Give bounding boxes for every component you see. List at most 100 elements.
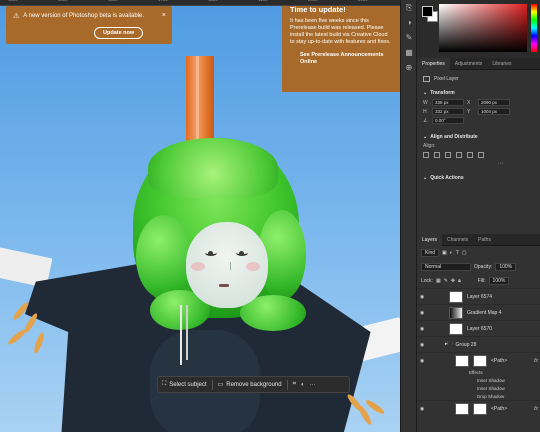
visibility-eye-icon[interactable]: ◉ xyxy=(417,358,427,364)
layer-row[interactable]: ◉ Layer 6574 xyxy=(417,288,540,304)
opacity-label: Opacity: xyxy=(474,264,493,270)
effect-inner-shadow[interactable]: Inner Shadow xyxy=(417,384,540,392)
horizontal-ruler: 1400 1500 1600 1700 1800 1900 2000 2100 xyxy=(0,0,400,6)
adjust-icon[interactable]: ◐ xyxy=(301,382,305,388)
eye xyxy=(236,250,248,256)
lock-icon[interactable]: 🔒︎ xyxy=(458,278,461,284)
layer-mask-thumbnail xyxy=(473,354,487,367)
transform-title: Transform xyxy=(430,90,455,96)
align-left-icon[interactable] xyxy=(423,152,429,158)
tab-adjustments[interactable]: Adjustments xyxy=(450,58,488,70)
filter-adjust-icon[interactable]: ◐ xyxy=(450,250,453,256)
hue-slider[interactable] xyxy=(531,4,537,52)
lock-move-icon[interactable]: ✥ xyxy=(451,278,455,284)
angle-field[interactable]: 0.00° xyxy=(432,117,464,124)
more-icon[interactable]: ··· xyxy=(423,160,504,167)
cabbage-top xyxy=(148,138,278,198)
swatches-icon[interactable]: ▦ xyxy=(401,45,417,60)
effects-label: Effects xyxy=(469,369,483,375)
wheat-stalk xyxy=(6,327,28,347)
align-label: Align: xyxy=(423,143,436,149)
layer-row[interactable]: ◉ Layer 6570 xyxy=(417,320,540,336)
chevron-down-icon[interactable]: ⌄ xyxy=(423,134,427,140)
align-center-icon[interactable] xyxy=(434,152,440,158)
layer-thumbnail xyxy=(449,306,463,319)
layer-row[interactable]: ◉ Gradient Map 4 xyxy=(417,304,540,320)
update-now-button[interactable]: Update now xyxy=(94,27,144,39)
layer-mask-thumbnail xyxy=(473,402,487,415)
tab-paths[interactable]: Paths xyxy=(473,234,496,246)
quick-actions-title: Quick Actions xyxy=(430,175,464,181)
popup-title: Time to update! xyxy=(290,5,346,14)
x-field[interactable]: 2090 px xyxy=(478,99,510,106)
align-buttons xyxy=(423,152,534,158)
ruler-tick: 1800 xyxy=(208,0,218,3)
layer-thumbnail xyxy=(455,354,469,367)
layer-name: Layer 6570 xyxy=(467,325,493,332)
tab-channels[interactable]: Channels xyxy=(442,234,473,246)
layer-name: Gradient Map 4 xyxy=(467,309,502,316)
layer-thumbnail xyxy=(455,402,469,415)
effect-drop-shadow[interactable]: Drop Shadow xyxy=(417,392,540,400)
select-subject-button[interactable]: ⛶ Select subject xyxy=(162,381,207,388)
tab-libraries[interactable]: Libraries xyxy=(487,58,516,70)
filter-image-icon[interactable]: ▣ xyxy=(442,250,447,256)
ruler-tick: 1400 xyxy=(8,0,18,3)
width-field[interactable]: 338 px xyxy=(432,99,464,106)
align-right-icon[interactable] xyxy=(445,152,451,158)
kind-filter-select[interactable]: Kind xyxy=(421,249,440,257)
divider xyxy=(211,379,213,390)
remove-background-button[interactable]: ▭ Remove background xyxy=(218,381,282,389)
more-icon[interactable]: ··· xyxy=(310,382,316,388)
select-subject-label: Select subject xyxy=(169,381,207,388)
chevron-down-icon[interactable]: ⌄ xyxy=(423,90,427,96)
opacity-field[interactable]: 100% xyxy=(495,263,517,271)
fx-icon[interactable]: fx xyxy=(534,358,538,364)
brush-icon[interactable]: ✎ xyxy=(401,30,417,45)
visibility-eye-icon[interactable]: ◉ xyxy=(417,326,427,332)
chevron-down-icon[interactable]: ⌄ xyxy=(423,175,427,181)
tab-properties[interactable]: Properties xyxy=(417,57,450,70)
eye xyxy=(205,250,217,256)
filter-shape-icon[interactable]: ▢ xyxy=(462,250,467,256)
x-label: X xyxy=(467,99,471,106)
color-icon[interactable]: ◑ xyxy=(401,15,417,30)
ruler-tick: 1500 xyxy=(58,0,68,3)
folder-icon: ▸🗀︎ xyxy=(445,340,453,347)
tab-layers[interactable]: Layers xyxy=(417,233,443,246)
layer-row[interactable]: ◉ <Path> fx xyxy=(417,400,540,416)
prerelease-link[interactable]: See Prerelease Announcements Online xyxy=(290,52,392,66)
effect-inner-shadow[interactable]: Inner Shadow xyxy=(417,376,540,384)
y-label: Y xyxy=(467,108,471,115)
cheek xyxy=(191,262,205,271)
align-top-icon[interactable] xyxy=(456,152,462,158)
visibility-eye-icon[interactable]: ◉ xyxy=(417,294,427,300)
color-picker-field[interactable] xyxy=(439,4,527,52)
remove-background-label: Remove background xyxy=(226,381,282,388)
update-popup: Time to update! It has been five weeks s… xyxy=(282,0,400,92)
fx-icon[interactable]: fx xyxy=(534,406,538,412)
layer-row[interactable]: ◉ ▸🗀︎ Group 28 xyxy=(417,336,540,352)
ruler-tick: 1700 xyxy=(158,0,168,3)
blend-mode-select[interactable]: Normal xyxy=(421,263,471,271)
align-middle-icon[interactable] xyxy=(467,152,473,158)
lock-pixels-icon[interactable]: ▦ xyxy=(436,278,441,284)
visibility-eye-icon[interactable]: ◉ xyxy=(417,310,427,316)
lock-brush-icon[interactable]: ✎ xyxy=(444,278,448,284)
visibility-eye-icon[interactable]: ◉ xyxy=(417,342,427,348)
height-field[interactable]: 332 px xyxy=(432,108,464,115)
visibility-eye-icon[interactable]: ◉ xyxy=(417,406,427,412)
layer-row[interactable]: ◉ <Path> fx xyxy=(417,352,540,368)
fill-field[interactable]: 100% xyxy=(488,277,510,285)
close-icon[interactable]: × xyxy=(162,12,166,19)
align-bottom-icon[interactable] xyxy=(478,152,484,158)
wheat-stalk xyxy=(32,331,46,355)
popup-body: It has been five weeks since this Prerel… xyxy=(290,18,391,45)
crop-icon[interactable]: ⌗ xyxy=(293,381,296,388)
nose xyxy=(227,262,231,270)
stamp-icon[interactable]: ⊕ xyxy=(401,60,417,75)
history-icon[interactable]: ⎘ xyxy=(401,0,417,15)
y-field[interactable]: 1004 px xyxy=(478,108,510,115)
foreground-color-swatch[interactable] xyxy=(422,6,433,17)
filter-type-icon[interactable]: T xyxy=(456,250,459,256)
